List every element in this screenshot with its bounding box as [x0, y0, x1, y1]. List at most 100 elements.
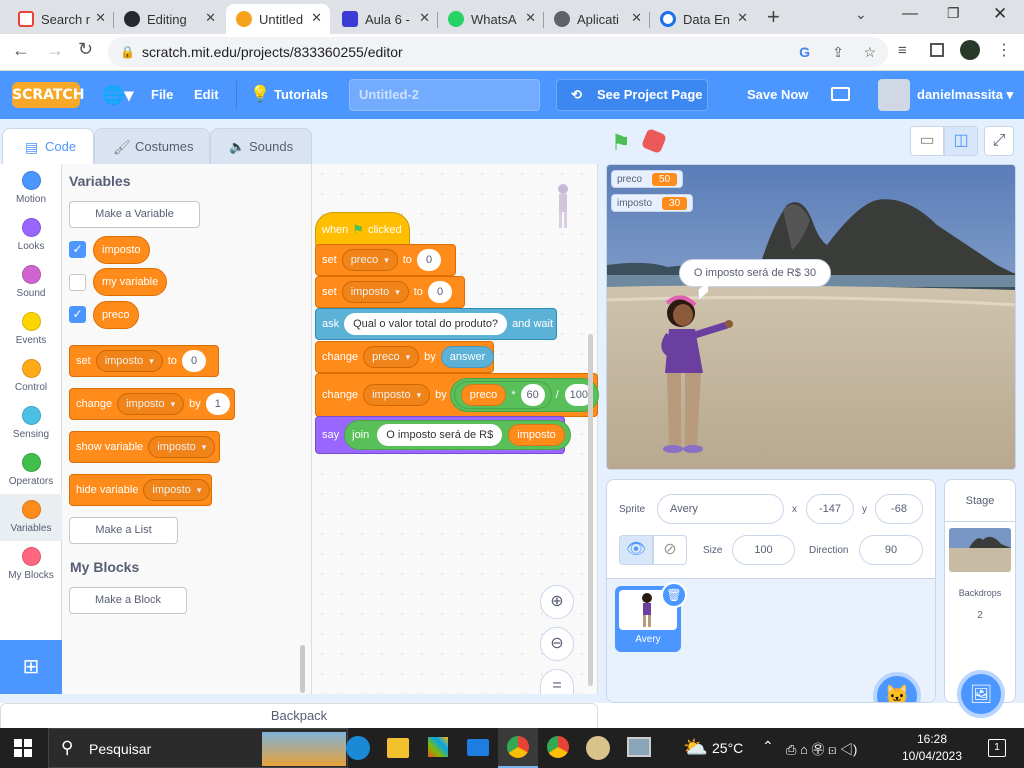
set-imposto-block[interactable]: set imposto to 0 [315, 276, 465, 308]
checkbox-my-variable[interactable] [69, 274, 86, 291]
join-operator-block[interactable]: join O imposto será de R$ imposto [344, 420, 571, 450]
small-stage-button[interactable]: ▭ [910, 126, 944, 156]
sidepanel-icon[interactable] [930, 43, 944, 57]
tray-icons[interactable]: ⎙ ⌂ ㉾ ⊡ ◁) [786, 739, 857, 758]
mail-icon[interactable] [467, 739, 489, 756]
green-flag-button[interactable]: ⚑ [611, 130, 631, 156]
palette-scrollbar[interactable] [300, 645, 305, 693]
user-avatar[interactable] [878, 79, 910, 111]
chevron-down-icon[interactable]: ⌄ [855, 6, 867, 23]
avery-sprite[interactable] [651, 295, 735, 457]
value-input[interactable]: 0 [416, 249, 442, 271]
close-icon[interactable]: ✕ [419, 10, 430, 26]
zoom-in-icon[interactable]: ⊕ [540, 585, 574, 619]
browser-tab[interactable]: Aplicati ✕ [544, 4, 650, 34]
value-input[interactable]: 0 [181, 350, 207, 372]
variable-dropdown[interactable]: imposto [117, 393, 185, 415]
category-events[interactable]: Events [0, 312, 62, 346]
category-operators[interactable]: Operators [0, 453, 62, 487]
scratch-logo[interactable]: SCRATCH [12, 82, 84, 108]
clock-time[interactable]: 16:28 [900, 732, 964, 746]
answer-reporter[interactable]: answer [440, 346, 495, 368]
computer-icon[interactable] [627, 737, 651, 757]
category-sound[interactable]: Sound [0, 265, 62, 299]
tab-code[interactable]: ▤ Code [2, 128, 94, 164]
close-window-button[interactable]: ✕ [993, 4, 1007, 24]
hide-sprite-eye-icon[interactable]: ⊘ [653, 535, 687, 565]
close-icon[interactable]: ✕ [95, 10, 106, 26]
when-flag-clicked-block[interactable]: when ⚑ clicked [315, 212, 410, 248]
checkbox-imposto[interactable]: ✓ [69, 241, 86, 258]
folder-icon[interactable] [831, 87, 850, 101]
category-my-blocks[interactable]: My Blocks [0, 547, 62, 581]
new-tab-button[interactable]: + [767, 4, 780, 30]
size-input[interactable]: 100 [732, 535, 795, 565]
reporter-my-variable[interactable]: my variable [93, 268, 168, 296]
stage-target-pane[interactable]: Stage Backdrops 2 🖼 [944, 479, 1016, 718]
username-menu[interactable]: danielmassita ▾ [917, 71, 1013, 119]
close-icon[interactable]: ✕ [205, 10, 216, 26]
backpack-bar[interactable]: Backpack [0, 703, 598, 729]
direction-input[interactable]: 90 [859, 535, 923, 565]
question-input[interactable]: Qual o valor total do produto? [344, 313, 508, 335]
ask-and-wait-block[interactable]: ask Qual o valor total do produto? and w… [315, 308, 557, 340]
variable-dropdown[interactable]: imposto [363, 384, 431, 406]
multiply-operator-block[interactable]: preco * 60 [453, 381, 552, 409]
close-icon[interactable]: ✕ [737, 10, 748, 26]
close-icon[interactable]: ✕ [631, 10, 642, 26]
show-sprite-eye-icon[interactable]: 👁 [619, 535, 653, 565]
save-now-button[interactable]: Save Now [747, 71, 808, 119]
category-control[interactable]: Control [0, 359, 62, 393]
clock-date[interactable]: 10/04/2023 [900, 749, 964, 763]
stage-backdrop-thumbnail[interactable] [949, 528, 1011, 572]
divide-operator-block[interactable]: preco * 60 / 100 [449, 378, 600, 412]
media-icon[interactable]: ≡ [898, 42, 907, 59]
change-variable-block[interactable]: change imposto by 1 [69, 388, 235, 420]
chrome-profile-icon[interactable] [547, 736, 569, 758]
edit-menu[interactable]: Edit [194, 71, 219, 119]
kebab-menu-icon[interactable]: ⋮ [996, 40, 1012, 60]
y-input[interactable]: -68 [875, 494, 923, 524]
chrome-taskbar-button[interactable] [498, 728, 538, 768]
variable-dropdown[interactable]: preco [341, 249, 398, 271]
show-variable-block[interactable]: show variable imposto [69, 431, 220, 463]
file-menu[interactable]: File [151, 71, 173, 119]
forward-button[interactable]: → [46, 40, 64, 61]
back-button[interactable]: ← [12, 40, 30, 61]
see-project-page-button[interactable]: ⟲ See Project Page [556, 79, 708, 111]
category-variables[interactable]: Variables [0, 494, 62, 541]
category-sensing[interactable]: Sensing [0, 406, 62, 440]
edge-icon[interactable] [346, 736, 370, 760]
reporter-imposto[interactable]: imposto [93, 236, 150, 264]
set-variable-block[interactable]: set imposto to 0 [69, 345, 219, 377]
close-icon[interactable]: ✕ [525, 10, 536, 26]
share-icon[interactable]: ⇪ [832, 37, 844, 67]
language-globe-icon[interactable]: 🌐▾ [102, 71, 133, 119]
variable-dropdown[interactable]: preco [363, 346, 420, 368]
value-input[interactable]: 1 [205, 393, 230, 415]
chevron-up-icon[interactable]: ⌃ [762, 738, 774, 755]
make-block-button[interactable]: Make a Block [69, 587, 187, 614]
category-motion[interactable]: Motion [0, 171, 62, 205]
zoom-reset-icon[interactable]: = [540, 669, 574, 694]
browser-tab[interactable]: Search r ✕ [8, 4, 114, 34]
monitor-imposto[interactable]: imposto 30 [611, 194, 694, 212]
hide-variable-block[interactable]: hide variable imposto [69, 474, 212, 506]
store-icon[interactable] [428, 737, 448, 757]
close-icon[interactable]: ✕ [311, 10, 322, 26]
project-title-input[interactable]: Untitled-2 [349, 79, 540, 111]
change-preco-block[interactable]: change preco by answer [315, 341, 495, 373]
address-bar[interactable]: 🔒 scratch.mit.edu/projects/833360255/edi… [108, 37, 888, 67]
star-icon[interactable]: ☆ [863, 37, 876, 67]
browser-tab[interactable]: Aula 6 - ✕ [332, 4, 438, 34]
fullscreen-button[interactable]: ⤢ [984, 126, 1014, 156]
browser-tab[interactable]: Editing ✕ [114, 4, 224, 34]
windows-start-icon[interactable] [14, 739, 32, 757]
browser-tab-active[interactable]: Untitled ✕ [226, 4, 330, 34]
stage-canvas[interactable]: preco 50 imposto 30 O imposto será de R$… [606, 164, 1016, 470]
minimize-button[interactable]: — [902, 5, 918, 23]
monitor-preco[interactable]: preco 50 [611, 170, 684, 188]
add-extension-button[interactable]: ⊞ [0, 640, 62, 694]
category-looks[interactable]: Looks [0, 218, 62, 252]
imposto-reporter[interactable]: imposto [508, 424, 565, 446]
